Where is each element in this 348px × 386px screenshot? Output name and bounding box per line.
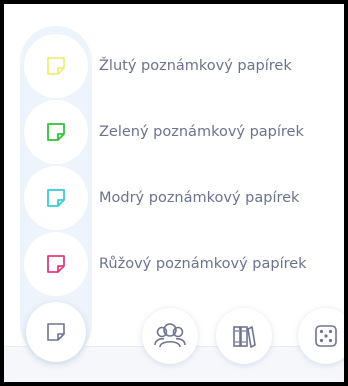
- note-option-circle: [24, 166, 88, 230]
- note-option-circle: [24, 232, 88, 296]
- people-button[interactable]: [142, 308, 198, 364]
- note-option-label: Žlutý poznámkový papírek: [99, 58, 292, 74]
- note-option-circle: [24, 100, 88, 164]
- library-button[interactable]: [216, 308, 272, 364]
- note-option-label: Zelený poznámkový papírek: [99, 124, 304, 140]
- note-option-label: Modrý poznámkový papírek: [99, 190, 300, 206]
- note-option-label: Růžový poznámkový papírek: [99, 256, 307, 272]
- note-option-pink[interactable]: Růžový poznámkový papírek: [24, 232, 334, 296]
- sticky-note-icon: [47, 323, 65, 341]
- note-option-blue[interactable]: Modrý poznámkový papírek: [24, 166, 334, 230]
- note-picker-panel: Žlutý poznámkový papírek Zelený poznámko…: [4, 4, 344, 382]
- books-icon: [233, 326, 256, 348]
- sticky-note-tool-button[interactable]: [26, 302, 86, 362]
- note-option-yellow[interactable]: Žlutý poznámkový papírek: [24, 34, 334, 98]
- dice-icon: [315, 325, 337, 347]
- yellow-sticky-note-icon: [47, 57, 65, 75]
- note-option-circle: [24, 34, 88, 98]
- green-sticky-note-icon: [47, 123, 65, 141]
- pink-sticky-note-icon: [47, 255, 65, 273]
- note-option-green[interactable]: Zelený poznámkový papírek: [24, 100, 334, 164]
- people-icon: [154, 323, 186, 348]
- blue-sticky-note-icon: [47, 189, 65, 207]
